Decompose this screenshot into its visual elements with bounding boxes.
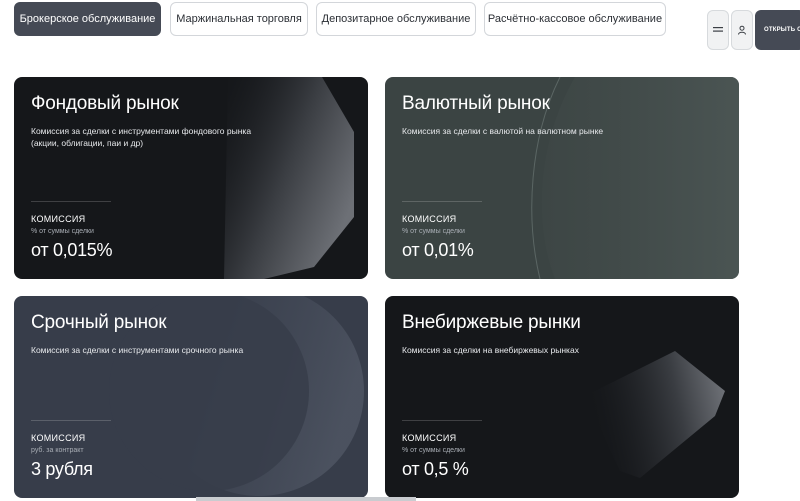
card-stock-market[interactable]: Фондовый рынок Комиссия за сделки с инст… [14, 77, 368, 279]
menu-icon [713, 27, 723, 32]
commission-unit: % от суммы сделки [402, 228, 465, 235]
divider [402, 201, 482, 202]
tab-cash-settlement[interactable]: Расчётно-кассовое обслуживание [484, 2, 666, 36]
card-otc-markets[interactable]: Внебиржевые рынки Комиссия за сделки на … [385, 296, 739, 498]
menu-button[interactable] [707, 10, 729, 50]
card-title: Срочный рынок [31, 312, 167, 333]
card-derivatives-market[interactable]: Срочный рынок Комиссия за сделки с инстр… [14, 296, 368, 498]
card-description: Комиссия за сделки с инструментами срочн… [31, 345, 244, 355]
user-icon [738, 25, 746, 35]
commission-label: КОМИССИЯ [402, 214, 457, 224]
commission-value: от 0,015% [31, 240, 113, 260]
divider [402, 420, 482, 421]
divider [31, 420, 111, 421]
tab-depository[interactable]: Депозитарное обслуживание [316, 2, 476, 36]
commission-unit: % от суммы сделки [402, 447, 465, 454]
card-description: Комиссия за сделки с валютой на валютном… [402, 126, 604, 136]
commission-unit: руб. за контракт [31, 447, 84, 454]
open-account-button[interactable]: ОТКРЫТЬ СЧЁТ [755, 10, 800, 50]
commission-unit: % от суммы сделки [31, 228, 94, 235]
commission-value: от 0,5 % [402, 459, 469, 479]
commission-label: КОМИССИЯ [31, 433, 86, 443]
divider [31, 201, 111, 202]
commission-value: от 0,01% [402, 240, 474, 260]
commission-label: КОМИССИЯ [31, 214, 86, 224]
card-title: Фондовый рынок [31, 93, 179, 114]
card-currency-market[interactable]: Валютный рынок Комиссия за сделки с валю… [385, 77, 739, 279]
card-title: Валютный рынок [402, 93, 550, 114]
profile-button[interactable] [731, 10, 753, 50]
tab-brokerage[interactable]: Брокерское обслуживание [14, 2, 161, 36]
tab-margin-trading[interactable]: Маржинальная торговля [170, 2, 308, 36]
scroll-indicator [196, 497, 416, 501]
card-description: Комиссия за сделки с инструментами фондо… [31, 126, 252, 148]
commission-value: 3 рубля [31, 459, 93, 479]
commission-label: КОМИССИЯ [402, 433, 457, 443]
card-description: Комиссия за сделки на внебиржевых рынках [402, 345, 579, 355]
card-title: Внебиржевые рынки [402, 312, 581, 333]
